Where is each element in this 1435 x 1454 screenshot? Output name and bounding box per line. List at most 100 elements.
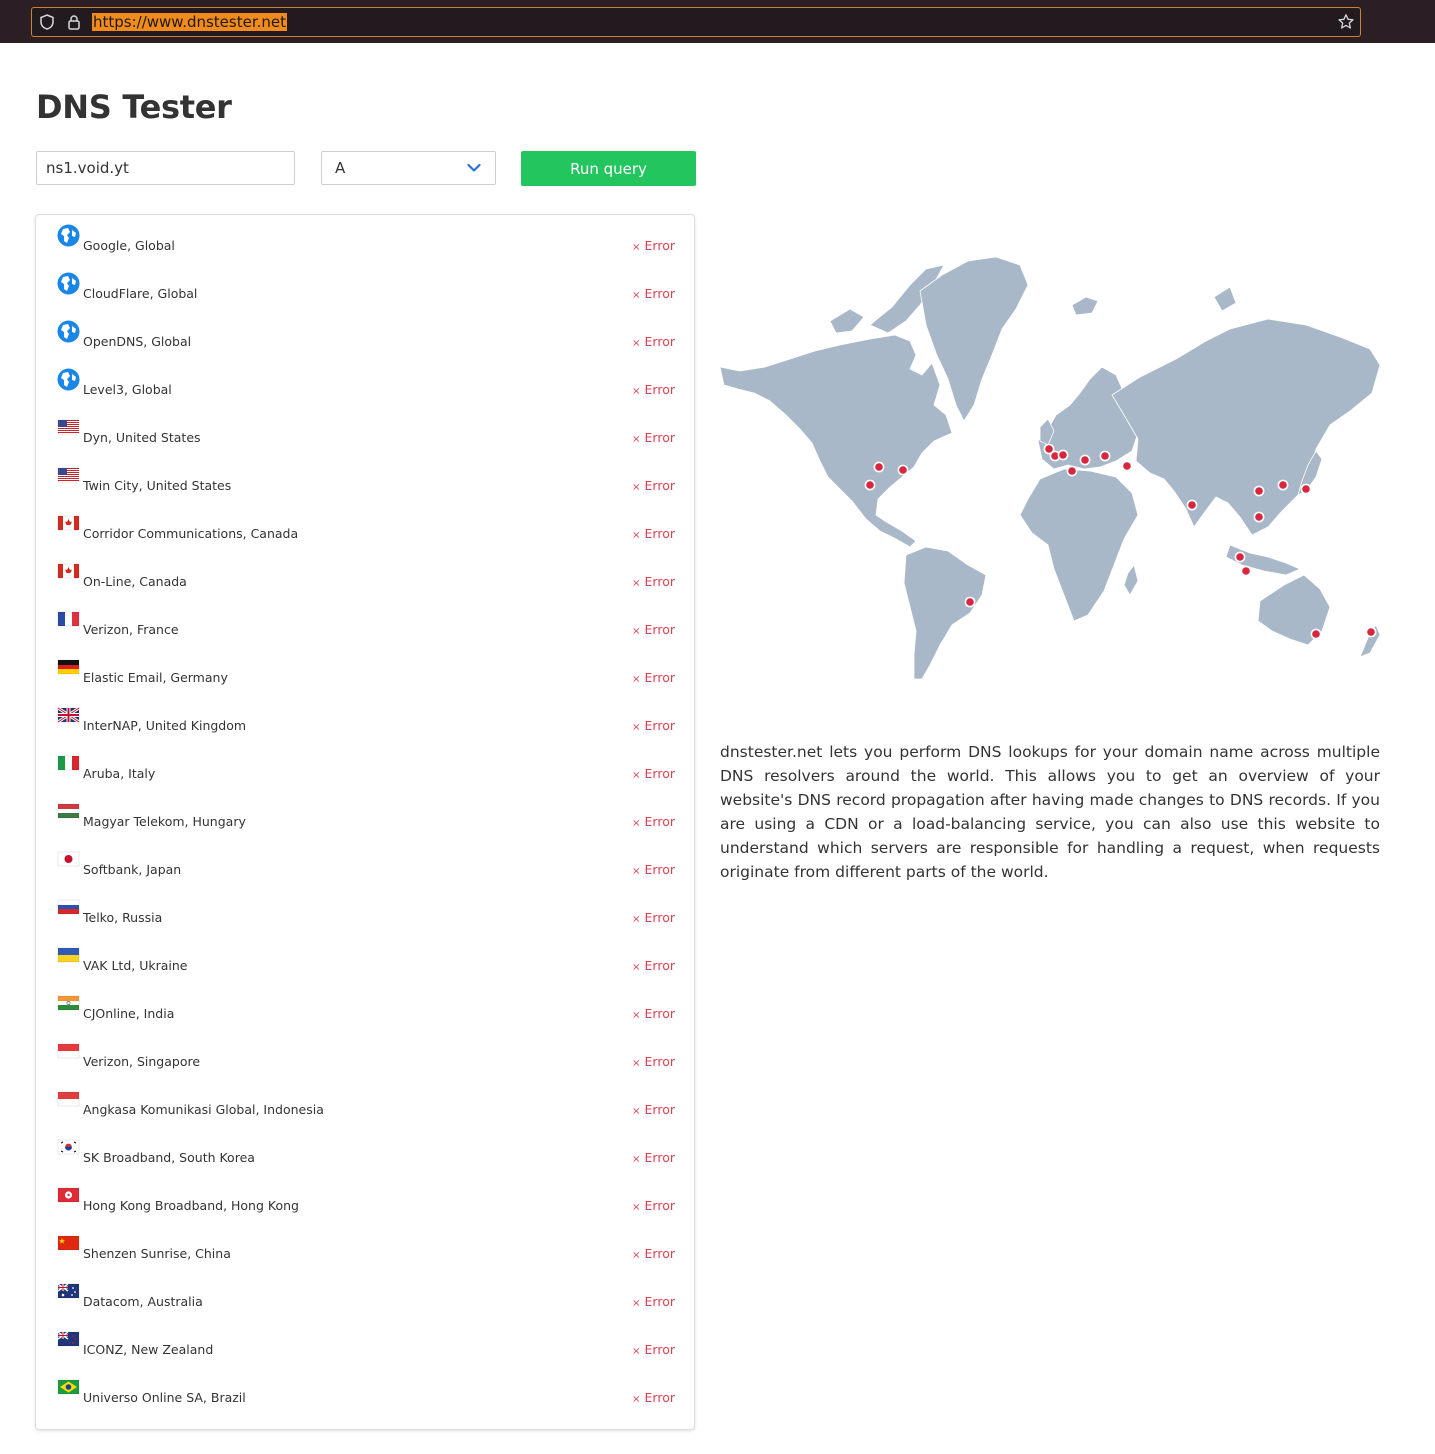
resolver-name: Corridor Communications, Canada [83,526,299,541]
error-x-icon: × [632,818,641,829]
resolver-row: Telko, Russia × Error [36,887,694,935]
resolver-status-text: Error [644,1198,675,1213]
resolver-row: Magyar Telekom, Hungary × Error [36,791,694,839]
resolver-name: InterNAP, United Kingdom [83,718,247,733]
globe-icon [57,368,80,391]
resolver-row: ICONZ, New Zealand × Error [36,1319,694,1367]
resolver-row: On-Line, Canada × Error [36,551,694,599]
resolver-row: Level3, Global × Error [36,359,694,407]
error-x-icon: × [632,866,641,877]
map-marker [1121,460,1133,472]
map-marker [1099,450,1111,462]
record-type-value: A [335,159,346,177]
resolver-name: Elastic Email, Germany [83,670,228,685]
flag-us-icon [57,465,80,485]
resolver-status-text: Error [644,382,675,397]
error-x-icon: × [632,530,641,541]
resolver-name: Telko, Russia [83,910,163,925]
map-marker [1253,511,1265,523]
globe-icon [57,224,80,247]
resolver-list: Google, Global × Error CloudFlare, Global × E… [35,214,695,1430]
africa-shape [1019,468,1139,622]
resolver-status-text: Error [644,1390,675,1405]
map-marker [897,464,909,476]
resolver-status: × Error [632,1367,675,1431]
resolver-status-text: Error [644,1294,675,1309]
resolver-status-text: Error [644,766,675,781]
error-x-icon: × [632,770,641,781]
resolver-status-text: Error [644,574,675,589]
run-query-button[interactable]: Run query [521,151,696,186]
flag-ru-icon [57,897,80,917]
flag-au-icon [57,1281,80,1301]
flag-it-icon [57,753,80,773]
lock-icon[interactable] [65,13,83,31]
error-x-icon: × [632,626,641,637]
resolver-status-text: Error [644,1102,675,1117]
resolver-status-text: Error [644,286,675,301]
resolver-name: Angkasa Komunikasi Global, Indonesia [83,1102,324,1117]
map-marker [864,479,876,491]
resolver-row: Softbank, Japan × Error [36,839,694,887]
error-x-icon: × [632,914,641,925]
resolver-row: Angkasa Komunikasi Global, Indonesia × Err… [36,1079,694,1127]
resolver-status-text: Error [644,958,675,973]
resolver-row: OpenDNS, Global × Error [36,311,694,359]
map-marker [1240,565,1252,577]
resolver-name: Softbank, Japan [83,862,182,877]
resolver-row: Verizon, France × Error [36,599,694,647]
map-marker [1066,465,1078,477]
arctic-russia-islands-shape [1213,286,1237,312]
address-bar[interactable]: https://www.dnstester.net [31,7,1361,37]
domain-input[interactable] [36,151,295,185]
resolver-row: InterNAP, United Kingdom × Error [36,695,694,743]
page-title: DNS Tester [36,88,232,126]
error-x-icon: × [632,1394,641,1405]
chevron-down-icon [467,163,481,172]
flag-de-icon [57,657,80,677]
shield-icon[interactable] [38,13,56,31]
madagascar-shape [1123,564,1139,596]
error-x-icon: × [632,1346,641,1357]
resolver-status-text: Error [644,814,675,829]
resolver-name: Shenzen Sunrise, China [83,1246,231,1261]
resolver-status-text: Error [644,334,675,349]
resolver-row: Datacom, Australia × Error [36,1271,694,1319]
error-x-icon: × [632,290,641,301]
error-x-icon: × [632,482,641,493]
south-america-shape [903,546,987,680]
record-type-select[interactable]: A [321,151,496,185]
bookmark-star-icon[interactable] [1337,13,1355,31]
resolver-status-text: Error [644,1150,675,1165]
resolver-name: OpenDNS, Global [83,334,192,349]
error-x-icon: × [632,1058,641,1069]
resolver-name: Verizon, Singapore [83,1054,201,1069]
resolver-row: Google, Global × Error [36,215,694,263]
resolver-row: SK Broadband, South Korea × Error [36,1127,694,1175]
flag-us-icon [57,417,80,437]
map-marker [1186,499,1198,511]
flag-hk-icon [57,1185,80,1205]
error-x-icon: × [632,386,641,397]
map-marker [1365,626,1377,638]
resolver-row: Dyn, United States × Error [36,407,694,455]
resolver-status-text: Error [644,718,675,733]
resolver-status-text: Error [644,1246,675,1261]
flag-cn-icon [57,1233,80,1253]
error-x-icon: × [632,434,641,445]
map-marker [1277,479,1289,491]
flag-id-icon [57,1089,80,1109]
resolver-row: Corridor Communications, Canada × Error [36,503,694,551]
world-map [720,256,1380,680]
resolver-name: Universo Online SA, Brazil [83,1390,246,1405]
resolver-row: CloudFlare, Global × Error [36,263,694,311]
resolver-status-text: Error [644,670,675,685]
resolver-status-text: Error [644,622,675,637]
flag-kr-icon [57,1137,80,1157]
north-america-shape [720,334,953,548]
resolver-row: Twin City, United States × Error [36,455,694,503]
resolver-name: On-Line, Canada [83,574,187,589]
url-text[interactable]: https://www.dnstester.net [92,13,288,31]
map-marker [1300,483,1312,495]
error-x-icon: × [632,674,641,685]
